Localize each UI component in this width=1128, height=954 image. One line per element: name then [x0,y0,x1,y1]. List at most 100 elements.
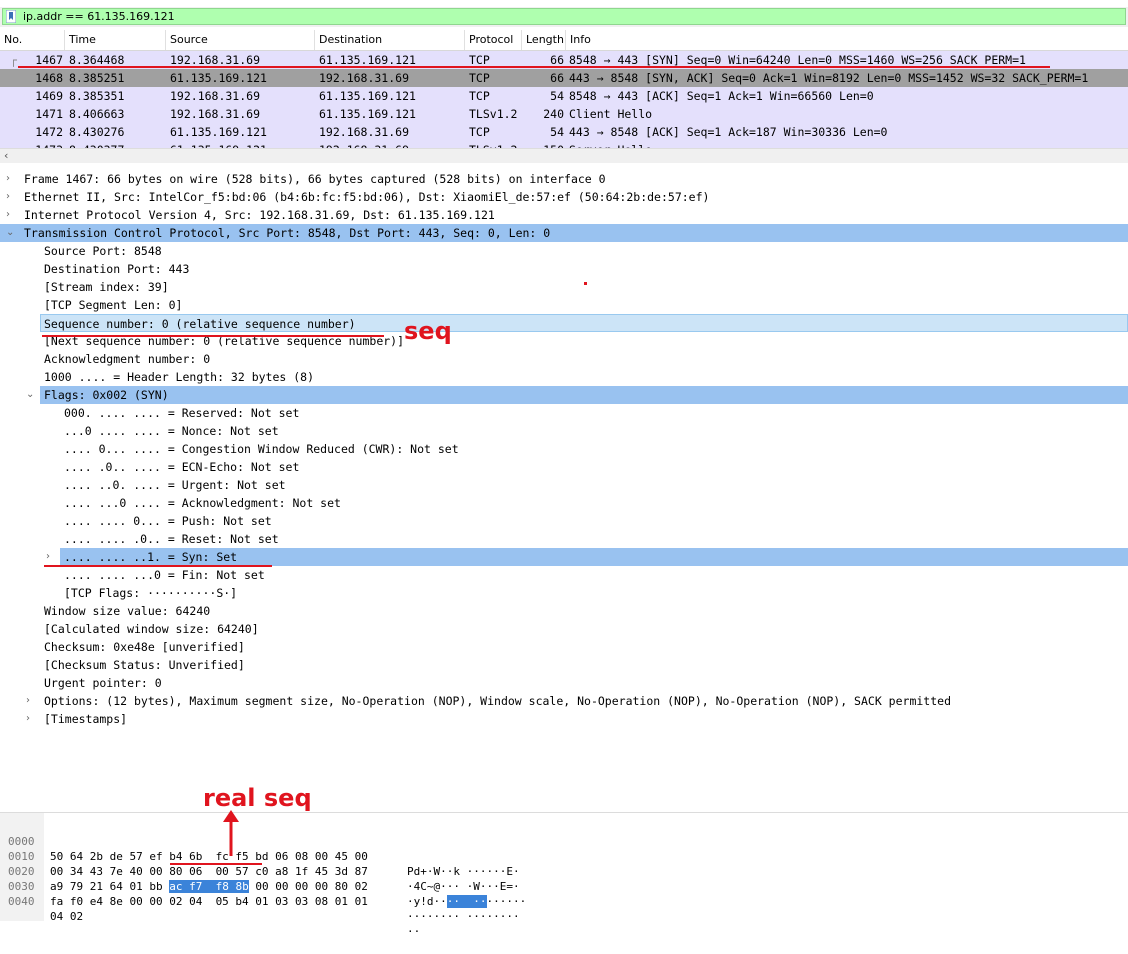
expand-arrow-icon[interactable]: › [6,170,18,188]
packet-list-horizontal-scrollbar[interactable]: ‹ [0,148,1128,163]
column-header-no[interactable]: No. [0,30,65,50]
packet-time: 8.430276 [69,125,125,139]
hex-row[interactable]: 0030 fa f0 e4 8e 00 00 02 04 05 b4 01 03… [0,864,520,923]
packet-no: 1472 [35,125,63,139]
packet-source: 192.168.31.69 [170,107,261,121]
detail-flag-cwr[interactable]: .... 0... .... = Congestion Window Reduc… [0,440,1128,458]
packet-time: 8.385351 [69,89,125,103]
detail-flag-reset[interactable]: .... .... .0.. = Reset: Not set [0,530,1128,548]
detail-flag-reserved[interactable]: 000. .... .... = Reserved: Not set [0,404,1128,422]
packet-no: 1468 [35,71,63,85]
detail-flag-nonce[interactable]: ...0 .... .... = Nonce: Not set [0,422,1128,440]
packet-row[interactable]: 1469 8.385351 192.168.31.69 61.135.169.1… [0,87,1128,105]
detail-tcp-flags[interactable]: [TCP Flags: ··········S·] [0,584,1128,602]
packet-no: 1471 [35,107,63,121]
detail-sequence-number[interactable]: Sequence number: 0 (relative sequence nu… [40,314,1128,332]
detail-checksum[interactable]: Checksum: 0xe48e [unverified] [0,638,1128,656]
packet-source: 61.135.169.121 [170,125,267,139]
packet-destination: 61.135.169.121 [319,107,416,121]
detail-ack-number[interactable]: Acknowledgment number: 0 [0,350,1128,368]
bookmark-icon[interactable] [6,10,16,23]
selected-sequence-ascii: ·· ·· [446,895,487,908]
packet-no: 1469 [35,89,63,103]
detail-options[interactable]: › Options: (12 bytes), Maximum segment s… [0,692,1128,710]
detail-stream-index[interactable]: [Stream index: 39] [0,278,1128,296]
column-header-source[interactable]: Source [166,30,315,50]
packet-source: 192.168.31.69 [170,89,261,103]
hex-row[interactable]: 0040 04 02 ·· [0,879,420,938]
packet-length: 66 [550,71,564,85]
detail-ethernet[interactable]: › Ethernet II, Src: IntelCor_f5:bd:06 (b… [0,188,1128,206]
packet-source: 61.135.169.121 [170,71,267,85]
packet-destination: 61.135.169.121 [319,89,416,103]
detail-frame[interactable]: › Frame 1467: 66 bytes on wire (528 bits… [0,170,1128,188]
hex-row[interactable]: 0010 00 34 43 7e 40 00 80 06 00 57 c0 a8… [0,834,520,893]
column-header-info[interactable]: Info [566,30,1128,50]
packet-protocol: TCP [469,89,490,103]
annotation-underline-real-seq [170,863,262,865]
packet-row[interactable]: 1468 8.385251 61.135.169.121 192.168.31.… [0,69,1128,87]
detail-urgent-pointer[interactable]: Urgent pointer: 0 [0,674,1128,692]
selected-sequence-bytes: ac f7 f8 8b [169,880,249,893]
detail-segment-len[interactable]: [TCP Segment Len: 0] [0,296,1128,314]
annotation-seq-label: seq [404,317,452,345]
expand-arrow-icon[interactable]: › [26,710,38,728]
detail-flags[interactable]: ⌄ Flags: 0x002 (SYN) [26,386,1128,404]
detail-checksum-status[interactable]: [Checksum Status: Unverified] [0,656,1128,674]
display-filter-input[interactable]: ip.addr == 61.135.169.121 [2,8,1126,25]
scroll-left-icon[interactable]: ‹ [3,149,10,163]
collapse-arrow-icon[interactable]: ⌄ [6,224,18,242]
filter-text: ip.addr == 61.135.169.121 [23,10,175,23]
expand-arrow-icon[interactable]: › [6,188,18,206]
detail-ipv4[interactable]: › Internet Protocol Version 4, Src: 192.… [0,206,1128,224]
display-filter-bar: ip.addr == 61.135.169.121 [0,7,1128,27]
packet-protocol: TLSv1.2 [469,107,518,121]
collapse-arrow-icon[interactable]: ⌄ [26,386,38,404]
annotation-underline-sequence [42,335,384,337]
detail-calculated-window[interactable]: [Calculated window size: 64240] [0,620,1128,638]
packet-info: Client Hello [569,107,653,121]
column-header-length[interactable]: Length [522,30,566,50]
detail-header-length[interactable]: 1000 .... = Header Length: 32 bytes (8) [0,368,1128,386]
packet-list-header: No. Time Source Destination Protocol Len… [0,30,1128,51]
detail-timestamps[interactable]: › [Timestamps] [0,710,1128,728]
detail-window-size[interactable]: Window size value: 64240 [0,602,1128,620]
packet-info: 8548 → 443 [ACK] Seq=1 Ack=1 Win=66560 L… [569,89,874,103]
packet-list: No. Time Source Destination Protocol Len… [0,30,1128,150]
hex-row[interactable]: 0020 a9 79 21 64 01 bb ac f7 f8 8b 00 00… [0,849,526,908]
detail-flag-syn[interactable]: › .... .... ..1. = Syn: Set [46,548,1128,566]
annotation-underline-syn-flag [44,565,272,567]
packet-row[interactable]: 1472 8.430276 61.135.169.121 192.168.31.… [0,123,1128,141]
annotation-arrow-icon [223,810,239,856]
column-header-protocol[interactable]: Protocol [465,30,522,50]
hex-offset: 0040 [8,895,35,908]
expand-arrow-icon[interactable]: › [6,206,18,224]
detail-flag-ack[interactable]: .... ...0 .... = Acknowledgment: Not set [0,494,1128,512]
detail-source-port[interactable]: Source Port: 8548 [0,242,1128,260]
expand-arrow-icon[interactable]: › [46,548,58,566]
packet-row[interactable]: 1471 8.406663 192.168.31.69 61.135.169.1… [0,105,1128,123]
expand-arrow-icon[interactable]: › [26,692,38,710]
packet-destination: 192.168.31.69 [319,71,410,85]
packet-details-tree: › Frame 1467: 66 bytes on wire (528 bits… [0,170,1128,810]
packet-info: 443 → 8548 [ACK] Seq=1 Ack=187 Win=30336… [569,125,888,139]
annotation-underline-syn-packet [18,66,1050,68]
packet-length: 54 [550,89,564,103]
detail-flag-fin[interactable]: .... .... ...0 = Fin: Not set [0,566,1128,584]
detail-destination-port[interactable]: Destination Port: 443 [0,260,1128,278]
packet-bytes-pane: 0000 50 64 2b de 57 ef b4 6b fc f5 bd 06… [0,812,1128,938]
annotation-dot [584,282,587,285]
packet-length: 240 [543,107,564,121]
packet-time: 8.406663 [69,107,125,121]
packet-protocol: TCP [469,125,490,139]
detail-flag-urgent[interactable]: .... ..0. .... = Urgent: Not set [0,476,1128,494]
detail-flag-push[interactable]: .... .... 0... = Push: Not set [0,512,1128,530]
packet-length: 54 [550,125,564,139]
packet-protocol: TCP [469,71,490,85]
column-header-time[interactable]: Time [65,30,166,50]
column-header-destination[interactable]: Destination [315,30,465,50]
hex-row[interactable]: 0000 50 64 2b de 57 ef b4 6b fc f5 bd 06… [0,819,520,878]
detail-tcp[interactable]: ⌄ Transmission Control Protocol, Src Por… [0,224,1128,242]
detail-flag-ecn[interactable]: .... .0.. .... = ECN-Echo: Not set [0,458,1128,476]
packet-destination: 192.168.31.69 [319,125,410,139]
